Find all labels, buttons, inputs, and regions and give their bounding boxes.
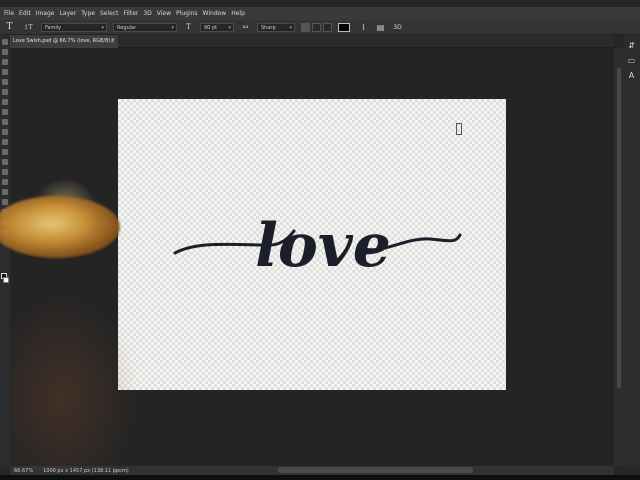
menu-filter[interactable]: Filter [124, 10, 139, 17]
font-style-select[interactable]: Regular [113, 22, 177, 32]
eyedropper-tool-icon[interactable] [2, 89, 8, 95]
history-brush-tool-icon[interactable] [2, 129, 8, 135]
love-swish-artwork: love [173, 211, 462, 281]
document-tab-bar: Love Swish.psd @ 66.7% (love, RGB/8) * × [10, 35, 614, 48]
options-bar: T ↕T Family Regular T 90 pt aa Sharp ⌇ ▤… [0, 20, 640, 35]
menu-plugins[interactable]: Plugins [176, 10, 198, 17]
history-panel-icon[interactable]: ⇵ [627, 41, 636, 50]
align-left-button[interactable] [301, 22, 310, 32]
menu-image[interactable]: Image [36, 10, 55, 17]
love-text[interactable]: love [255, 211, 391, 281]
room-reflection [10, 290, 140, 470]
stamp-tool-icon[interactable] [2, 119, 8, 125]
menu-file[interactable]: File [4, 10, 14, 17]
menu-3d[interactable]: 3D [143, 10, 151, 17]
3d-icon[interactable]: 3D [392, 22, 403, 33]
document-canvas[interactable]: love [118, 99, 506, 390]
lasso-tool-icon[interactable] [2, 59, 8, 65]
text-orientation-icon[interactable]: ↕T [21, 22, 35, 33]
align-right-button[interactable] [323, 22, 332, 32]
type-tool-icon-panel[interactable] [2, 189, 8, 195]
healing-tool-icon[interactable] [2, 99, 8, 105]
eraser-tool-icon[interactable] [2, 139, 8, 145]
path-select-tool-icon[interactable] [2, 199, 8, 205]
document-tab-title: Love Swish.psd @ 66.7% (love, RGB/8) * [13, 38, 115, 44]
background-color-swatch[interactable] [3, 277, 9, 283]
font-family-select[interactable]: Family [41, 22, 107, 32]
text-color-swatch[interactable] [338, 22, 350, 32]
text-cursor-icon [456, 123, 462, 135]
menu-help[interactable]: Help [231, 10, 245, 17]
menu-bar: File Edit Image Layer Type Select Filter… [0, 7, 640, 20]
close-icon[interactable]: × [110, 35, 115, 48]
menu-layer[interactable]: Layer [59, 10, 76, 17]
align-center-button[interactable] [312, 22, 321, 32]
vertical-scroll-thumb[interactable] [617, 68, 621, 388]
monitor-bezel [0, 475, 640, 480]
select-tool-icon[interactable] [2, 69, 8, 75]
pen-tool-icon[interactable] [2, 179, 8, 185]
font-size-select[interactable]: 90 pt [200, 22, 234, 32]
document-tab[interactable]: Love Swish.psd @ 66.7% (love, RGB/8) * × [10, 35, 118, 48]
menu-type[interactable]: Type [81, 10, 95, 17]
menu-select[interactable]: Select [100, 10, 119, 17]
brush-tool-icon[interactable] [2, 109, 8, 115]
antialias-select[interactable]: Sharp [257, 22, 295, 32]
marquee-tool-icon[interactable] [2, 49, 8, 55]
photoshop-window: File Edit Image Layer Type Select Filter… [0, 0, 640, 480]
gradient-tool-icon[interactable] [2, 149, 8, 155]
type-tool-icon[interactable]: T [4, 22, 15, 33]
antialias-icon: aa [242, 23, 249, 30]
character-icon[interactable]: A [627, 71, 636, 80]
right-panel-dock: ⇵ ▭ A [624, 35, 640, 467]
menu-window[interactable]: Window [203, 10, 227, 17]
character-panel-icon[interactable]: ▤ [375, 22, 386, 33]
horizontal-scrollbar[interactable] [278, 467, 473, 473]
dodge-tool-icon[interactable] [2, 169, 8, 175]
move-tool-icon[interactable] [2, 39, 8, 45]
comments-panel-icon[interactable]: ▭ [627, 56, 636, 65]
menu-view[interactable]: View [157, 10, 171, 17]
vertical-scrollbar[interactable] [614, 48, 624, 466]
menu-edit[interactable]: Edit [19, 10, 31, 17]
tools-panel [0, 35, 10, 467]
crop-tool-icon[interactable] [2, 79, 8, 85]
font-size-icon: T [186, 22, 191, 31]
warp-text-icon[interactable]: ⌇ [358, 22, 369, 33]
blur-tool-icon[interactable] [2, 159, 8, 165]
